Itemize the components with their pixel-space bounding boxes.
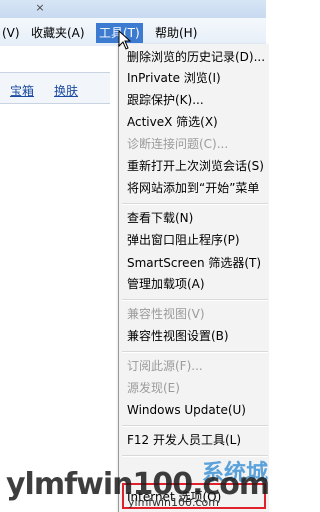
watermark-domain-small: ylmfwin100.com [128,496,219,509]
menu-item-subscribe-feed: 订阅此源(F)... [127,359,203,373]
mouse-cursor-icon [118,30,132,50]
close-tab-icon[interactable]: × [33,1,47,15]
menu-item-manage-addons[interactable]: 管理加载项(A) [127,274,205,294]
menu-item-windows-update[interactable]: Windows Update(U) [127,400,246,420]
menu-bar: (V) 收藏夹(A) 工具(T) 帮助(H) [0,18,266,46]
link-baoxiang[interactable]: 宝箱 [10,82,34,99]
menu-item-activex-filter[interactable]: ActiveX 筛选(X) [127,112,218,132]
menu-item-f12-devtools[interactable]: F12 开发人员工具(L) [127,430,241,450]
menu-separator [122,351,268,353]
menu-item-tracking-protection[interactable]: 跟踪保护(K)... [127,90,204,110]
link-huanfu[interactable]: 换肤 [54,82,78,99]
menu-item-view-downloads[interactable]: 查看下载(N) [127,208,193,228]
menu-item-inprivate[interactable]: InPrivate 浏览(I) [127,68,221,88]
menu-item-feed-discovery: 源发现(E) [127,381,180,395]
menu-item-compat-settings[interactable]: 兼容性视图设置(B) [127,326,229,346]
menu-item-popup-blocker[interactable]: 弹出窗口阻止程序(P) [127,230,240,250]
menu-item-compat-view: 兼容性视图(V) [127,307,205,321]
menu-help[interactable]: 帮助(H) [152,23,200,43]
menu-item-smartscreen[interactable]: SmartScreen 筛选器(T) [127,253,261,273]
menu-item-reopen-session[interactable]: 重新打开上次浏览会话(S) [127,156,264,176]
menu-item-delete-history[interactable]: 删除浏览的历史记录(D)... [127,47,265,67]
menu-favorites[interactable]: 收藏夹(A) [28,23,88,43]
title-bar: × [0,0,266,18]
menu-item-diagnose: 诊断连接问题(C)... [127,137,229,151]
menu-item-add-to-start[interactable]: 将网站添加到“开始”菜单 [127,178,259,198]
menu-separator [122,425,268,427]
menu-view[interactable]: (V) [0,23,23,43]
menu-separator [122,203,268,205]
menu-separator [122,299,268,301]
